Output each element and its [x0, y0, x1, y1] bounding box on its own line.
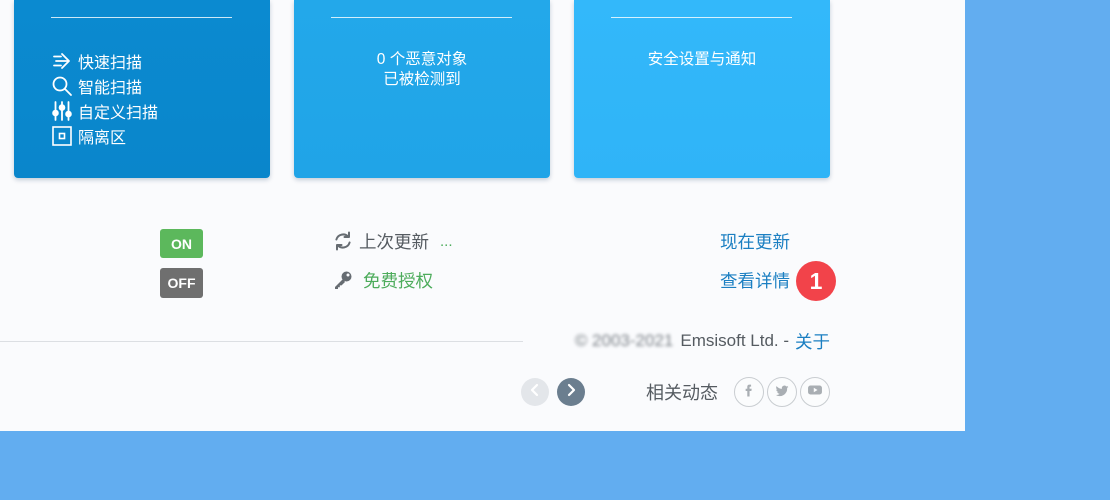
quick-scan-item[interactable]: 快速扫描	[51, 48, 158, 73]
custom-scan-label: 自定义扫描	[78, 104, 159, 122]
sliders-icon	[51, 100, 73, 122]
quick-scan-label: 快速扫描	[78, 54, 143, 72]
detections-count-text: 0 个恶意对象	[376, 51, 468, 68]
smart-scan-label: 智能扫描	[78, 79, 143, 97]
footer-divider	[0, 341, 523, 342]
detections-status-text: 已被检测到	[383, 71, 461, 88]
settings-summary: 安全设置与通知	[574, 50, 830, 70]
about-link[interactable]: 关于	[795, 329, 830, 354]
detections-card[interactable]: 0 个恶意对象 已被检测到	[294, 0, 550, 178]
view-details-link[interactable]: 查看详情	[720, 268, 790, 292]
copyright-years: © 2003-2021	[574, 331, 674, 350]
card-divider	[51, 17, 232, 18]
copyright-line: © 2003-2021 Emsisoft Ltd. - 关于	[575, 330, 830, 352]
previous-news-button[interactable]	[521, 378, 549, 406]
chevron-left-icon	[529, 383, 541, 402]
detections-summary: 0 个恶意对象 已被检测到	[294, 50, 550, 90]
settings-card[interactable]: 安全设置与通知	[574, 0, 830, 178]
next-news-button[interactable]	[557, 378, 585, 406]
settings-card-title: 安全设置与通知	[647, 51, 757, 68]
twitter-icon	[773, 381, 791, 404]
company-name: Emsisoft Ltd. -	[680, 331, 789, 350]
search-icon	[51, 75, 73, 97]
chevron-right-icon	[565, 383, 577, 402]
youtube-button[interactable]	[800, 377, 830, 407]
scan-card[interactable]: 快速扫描 智能扫描 自定义扫描 隔离区	[14, 0, 270, 178]
quarantine-box-icon	[51, 125, 73, 147]
off-toggle[interactable]: OFF	[160, 268, 203, 298]
quarantine-label: 隔离区	[78, 129, 127, 147]
last-update-value: ...	[440, 232, 453, 250]
key-icon	[333, 270, 363, 290]
smart-scan-item[interactable]: 智能扫描	[51, 73, 158, 98]
main-panel: 快速扫描 智能扫描 自定义扫描 隔离区 0 个恶意对象 已被检测到 安全设置与通…	[0, 0, 965, 431]
last-update-row: 上次更新 ...	[333, 229, 453, 253]
alert-count-badge: 1	[796, 261, 836, 301]
fast-scan-icon	[51, 50, 73, 72]
news-label: 相关动态	[646, 383, 718, 403]
on-toggle[interactable]: ON	[160, 229, 203, 258]
scan-options-list: 快速扫描 智能扫描 自定义扫描 隔离区	[51, 48, 158, 148]
free-license-link[interactable]: 免费授权	[363, 268, 433, 293]
update-now-link[interactable]: 现在更新	[720, 229, 790, 253]
card-divider	[331, 17, 512, 18]
twitter-button[interactable]	[767, 377, 797, 407]
refresh-icon	[333, 230, 359, 252]
custom-scan-item[interactable]: 自定义扫描	[51, 98, 158, 123]
quarantine-item[interactable]: 隔离区	[51, 123, 158, 148]
last-update-label: 上次更新	[359, 231, 429, 252]
facebook-button[interactable]	[734, 377, 764, 407]
youtube-icon	[806, 381, 824, 404]
license-row: 免费授权	[333, 268, 433, 292]
facebook-icon	[740, 381, 758, 404]
card-divider	[611, 17, 792, 18]
